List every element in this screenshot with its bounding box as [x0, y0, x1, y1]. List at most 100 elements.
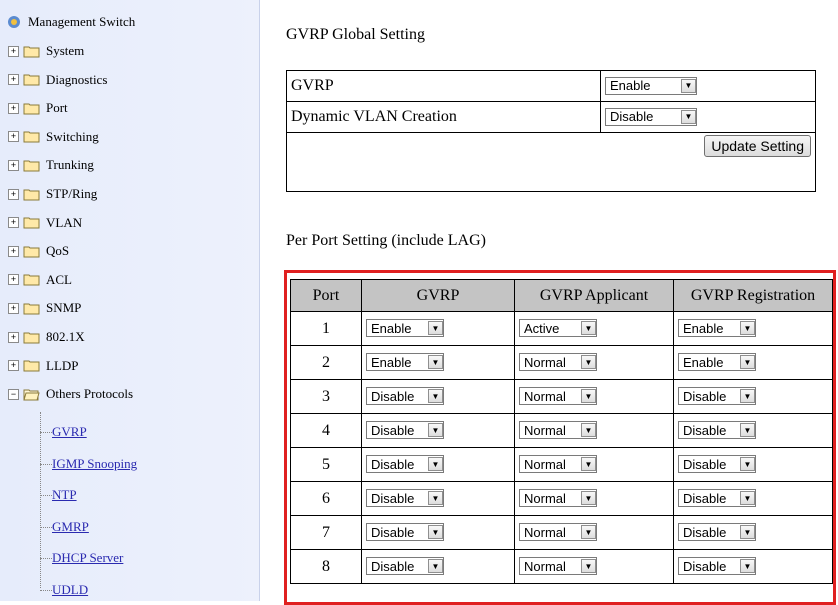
sidebar-item-vlan[interactable]: + VLAN [8, 213, 82, 233]
expand-icon[interactable]: + [8, 74, 19, 86]
tree-connector [40, 463, 52, 465]
chevron-down-icon: ▼ [428, 559, 443, 574]
registration-select[interactable]: Disable ▼ [678, 557, 756, 576]
expand-icon[interactable]: + [8, 131, 19, 143]
expand-icon[interactable]: + [8, 331, 19, 343]
sidebar-item-acl[interactable]: + ACL [8, 270, 72, 290]
tree-root[interactable]: Management Switch [6, 14, 135, 30]
sidebar-link-gmrp[interactable]: GMRP [52, 519, 89, 535]
col-header-port: Port [290, 279, 362, 312]
chevron-down-icon: ▼ [581, 457, 596, 472]
sidebar-link-ntp[interactable]: NTP [52, 487, 77, 503]
registration-select[interactable]: Enable ▼ [678, 319, 756, 338]
sidebar-item-label: 802.1X [46, 329, 85, 344]
chevron-down-icon: ▼ [681, 78, 696, 93]
gvrp-select[interactable]: Disable ▼ [366, 387, 444, 406]
registration-select[interactable]: Disable ▼ [678, 455, 756, 474]
gvrp-select[interactable]: Disable ▼ [366, 489, 444, 508]
sidebar-item-lldp[interactable]: + LLDP [8, 356, 79, 376]
expand-icon[interactable]: + [8, 360, 19, 372]
sidebar-item-stp-ring[interactable]: + STP/Ring [8, 184, 97, 204]
expand-icon[interactable]: + [8, 159, 19, 171]
sidebar-item-system[interactable]: + System [8, 41, 84, 61]
registration-select[interactable]: Disable ▼ [678, 387, 756, 406]
applicant-select-value: Normal [524, 558, 566, 574]
gvrp-select[interactable]: Disable ▼ [366, 523, 444, 542]
sidebar-link-gvrp[interactable]: GVRP [52, 424, 87, 440]
chevron-down-icon: ▼ [428, 389, 443, 404]
gvrp-select[interactable]: Disable ▼ [366, 557, 444, 576]
sidebar-item-802-1x[interactable]: +802.1X [8, 327, 85, 347]
sidebar-item-qos[interactable]: + QoS [8, 241, 69, 261]
sidebar-item-label: VLAN [46, 214, 83, 230]
applicant-select[interactable]: Normal ▼ [519, 523, 597, 542]
chevron-down-icon: ▼ [681, 109, 696, 124]
gvrp-select[interactable]: Disable ▼ [366, 421, 444, 440]
applicant-select[interactable]: Active ▼ [519, 319, 597, 338]
gvrp-select[interactable]: Enable ▼ [366, 353, 444, 372]
chevron-down-icon: ▼ [581, 355, 596, 370]
expand-icon[interactable]: + [8, 217, 19, 229]
sidebar-item-label: Trunking [46, 157, 94, 173]
sidebar-link-igmp-snooping[interactable]: IGMP Snooping [52, 456, 137, 472]
registration-select-value: Disable [683, 388, 727, 404]
dynamic-vlan-select[interactable]: Disable ▼ [605, 107, 697, 126]
gvrp-select[interactable]: Enable ▼ [366, 319, 444, 338]
applicant-select[interactable]: Normal ▼ [519, 353, 597, 372]
registration-select[interactable]: Disable ▼ [678, 523, 756, 542]
applicant-select[interactable]: Normal ▼ [519, 421, 597, 440]
expand-icon[interactable]: + [8, 45, 19, 57]
sidebar-item-others-protocols[interactable]: − Others Protocols [8, 384, 133, 404]
registration-select-value: Disable [683, 558, 727, 574]
registration-select[interactable]: Disable ▼ [678, 421, 756, 440]
table-row: 1 Enable ▼ Active ▼ Enable ▼ [290, 311, 833, 346]
update-setting-button[interactable]: Update Setting [704, 135, 811, 157]
applicant-select[interactable]: Normal ▼ [519, 455, 597, 474]
sidebar-item-label: Others Protocols [46, 386, 134, 402]
sidebar-item-switching[interactable]: + Switching [8, 127, 99, 147]
collapse-icon[interactable]: − [8, 388, 19, 400]
chevron-down-icon: ▼ [428, 355, 443, 370]
col-header-registration: GVRP Registration [673, 279, 833, 312]
sidebar-link-udld[interactable]: UDLD [52, 582, 88, 598]
sidebar-item-label: QoS [46, 243, 70, 259]
folder-icon [23, 359, 40, 372]
sidebar-link-dhcp-server[interactable]: DHCP Server [52, 550, 123, 566]
chevron-down-icon: ▼ [428, 491, 443, 506]
folder-icon [23, 216, 40, 229]
expand-icon[interactable]: + [8, 188, 19, 200]
sidebar-item-port[interactable]: + Port [8, 98, 68, 118]
expand-icon[interactable]: + [8, 302, 19, 314]
sidebar-item-label: LLDP [46, 357, 79, 373]
expand-icon[interactable]: + [8, 102, 19, 114]
gvrp-select-value: Disable [371, 388, 415, 404]
folder-icon [23, 45, 40, 58]
registration-select[interactable]: Enable ▼ [678, 353, 756, 372]
applicant-select-value: Active [524, 320, 560, 336]
table-row: 4 Disable ▼ Normal ▼ Disable ▼ [290, 413, 833, 448]
applicant-select-value: Normal [524, 456, 566, 472]
table-row: 7 Disable ▼ Normal ▼ Disable ▼ [290, 515, 833, 550]
expand-icon[interactable]: + [8, 274, 19, 286]
expand-icon[interactable]: + [8, 245, 19, 257]
port-number: 1 [290, 311, 362, 346]
gvrp-select[interactable]: Enable ▼ [605, 76, 697, 95]
applicant-select[interactable]: Normal ▼ [519, 557, 597, 576]
tree-connector [40, 589, 52, 591]
registration-select-value: Enable [683, 320, 724, 336]
per-port-title: Per Port Setting (include LAG) [286, 232, 486, 249]
sidebar-item-trunking[interactable]: + Trunking [8, 155, 94, 175]
tree-connector [40, 412, 41, 588]
sidebar-item-diagnostics[interactable]: + Diagnostics [8, 70, 107, 90]
applicant-select[interactable]: Normal ▼ [519, 387, 597, 406]
tree-connector [40, 526, 52, 528]
registration-select[interactable]: Disable ▼ [678, 489, 756, 508]
sidebar-item-snmp[interactable]: + SNMP [8, 298, 81, 318]
gvrp-select[interactable]: Disable ▼ [366, 455, 444, 474]
folder-icon [23, 245, 40, 258]
registration-select-value: Disable [683, 524, 727, 540]
applicant-select[interactable]: Normal ▼ [519, 489, 597, 508]
folder-icon [23, 331, 40, 344]
chevron-down-icon: ▼ [740, 559, 755, 574]
folder-icon [23, 188, 40, 201]
